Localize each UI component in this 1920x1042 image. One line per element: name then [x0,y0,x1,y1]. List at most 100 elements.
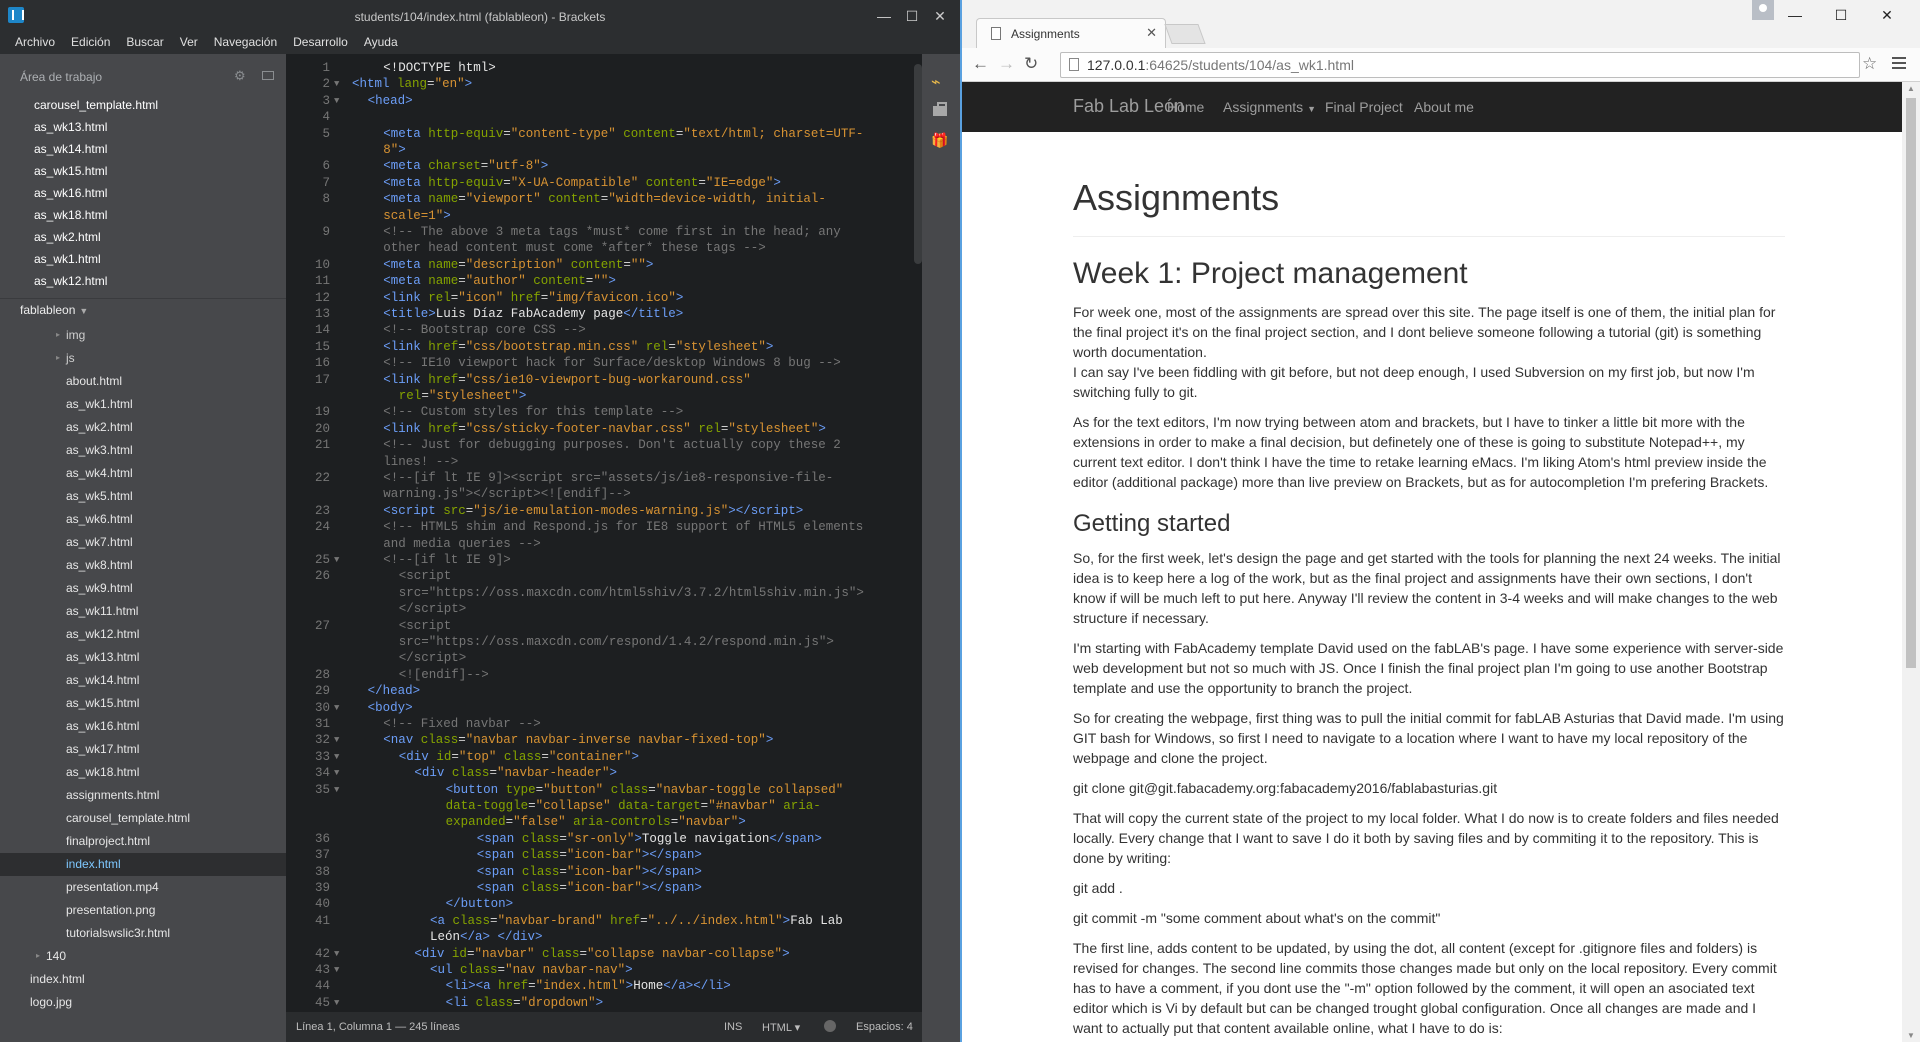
code-line[interactable]: 37 <span class="icon-bar"></span> [286,847,922,863]
maximize-icon[interactable]: ☐ [898,4,926,28]
code-line[interactable]: scale=1"> [286,208,922,224]
close-icon[interactable]: ✕ [926,4,954,28]
user-profile-icon[interactable] [1752,0,1774,20]
working-set-file[interactable]: as_wk13.html [34,116,286,138]
code-line[interactable]: 36 <span class="sr-only">Toggle navigatio… [286,831,922,847]
maximize-icon[interactable]: ☐ [1818,4,1864,26]
tree-file[interactable]: as_wk5.html [0,485,286,508]
page-scrollbar[interactable]: ▲ ▼ [1902,82,1920,1042]
fold-arrow-icon[interactable]: ▼ [334,765,339,781]
code-line[interactable]: 26 <script [286,568,922,584]
split-view-icon[interactable] [262,71,274,80]
code-line[interactable]: 25 ▼ <!--[if lt IE 9]> [286,552,922,568]
linter-status-icon[interactable] [824,1020,836,1032]
code-line[interactable]: 12 <link rel="icon" href="img/favicon.ico… [286,290,922,306]
menu-item[interactable]: Ver [173,32,205,54]
code-line[interactable]: 10 <meta name="description" content=""> [286,257,922,273]
tree-file[interactable]: index.html [0,853,286,876]
working-set-file[interactable]: as_wk14.html [34,138,286,160]
folder-expand-icon[interactable]: ▸ [56,353,60,362]
fold-arrow-icon[interactable]: ▼ [334,552,339,568]
menu-item[interactable]: Archivo [8,32,62,54]
code-line[interactable]: 28 <![endif]--> [286,667,922,683]
address-bar[interactable]: 127.0.0.1:64625/students/104/as_wk1.html [1060,52,1860,78]
gear-icon[interactable]: ⚙ [234,68,246,84]
code-line[interactable]: expanded="false" aria-controls="navbar"> [286,814,922,830]
fold-arrow-icon[interactable]: ▼ [334,749,339,765]
close-icon[interactable]: ✕ [1864,4,1910,26]
code-line[interactable]: 45 ▼ <li class="dropdown"> [286,995,922,1011]
extension-manager-icon[interactable] [931,102,951,118]
code-line[interactable]: 9 <!-- The above 3 meta tags *must* come … [286,224,922,240]
tree-folder[interactable]: ▸ js [0,347,286,370]
menu-item[interactable]: Desarrollo [286,32,355,54]
code-line[interactable]: 2 ▼ <html lang="en"> [286,76,922,92]
code-line[interactable]: 8"> [286,142,922,158]
tree-file[interactable]: index.html [0,968,286,991]
back-arrow-icon[interactable]: ← [972,54,989,74]
code-line[interactable]: 29 </head> [286,683,922,699]
code-line[interactable]: 44 <li><a href="index.html">Home</a></li> [286,978,922,994]
tree-file[interactable]: as_wk3.html [0,439,286,462]
code-line[interactable]: 38 <span class="icon-bar"></span> [286,864,922,880]
working-set-file[interactable]: carousel_template.html [34,94,286,116]
tree-file[interactable]: as_wk6.html [0,508,286,531]
close-tab-icon[interactable]: ✕ [1146,25,1157,41]
code-line[interactable]: 19 <!-- Custom styles for this template -… [286,404,922,420]
code-line[interactable]: 5 <meta http-equiv="content-type" content… [286,126,922,142]
scroll-up-icon[interactable]: ▲ [1907,84,1915,93]
bookmark-star-icon[interactable]: ☆ [1862,54,1877,74]
code-line[interactable]: 15 <link href="css/bootstrap.min.css" rel… [286,339,922,355]
code-line[interactable]: other head content must come *after* the… [286,240,922,256]
working-set-file[interactable]: as_wk16.html [34,182,286,204]
tree-file[interactable]: as_wk18.html [0,761,286,784]
code-line[interactable]: 33 ▼ <div id="top" class="container"> [286,749,922,765]
menu-item[interactable]: Edición [64,32,117,54]
tree-file[interactable]: about.html [0,370,286,393]
menu-item[interactable]: Ayuda [357,32,405,54]
scroll-down-icon[interactable]: ▼ [1907,1031,1915,1040]
code-line[interactable]: 3 ▼ <head> [286,93,922,109]
nav-final-project[interactable]: Final Project [1325,99,1403,115]
minimize-icon[interactable]: — [870,4,898,28]
working-set-file[interactable]: as_wk2.html [34,226,286,248]
working-set-file[interactable]: as_wk1.html [34,248,286,270]
fold-arrow-icon[interactable]: ▼ [334,995,339,1011]
fold-arrow-icon[interactable]: ▼ [334,946,339,962]
nav-assignments[interactable]: Assignments ▼ [1223,99,1316,115]
insert-mode[interactable]: INS [724,1021,742,1033]
tree-file[interactable]: as_wk17.html [0,738,286,761]
code-line[interactable]: 14 <!-- Bootstrap core CSS --> [286,322,922,338]
code-line[interactable]: 34 ▼ <div class="navbar-header"> [286,765,922,781]
tree-file[interactable]: as_wk9.html [0,577,286,600]
code-line[interactable]: 6 <meta charset="utf-8"> [286,158,922,174]
code-line[interactable]: lines! --> [286,454,922,470]
reload-icon[interactable]: ↻ [1024,54,1038,74]
code-line[interactable]: 20 <link href="css/sticky-footer-navbar.c… [286,421,922,437]
fold-arrow-icon[interactable]: ▼ [334,700,339,716]
code-line[interactable]: 22 <!--[if lt IE 9]><script src="assets/j… [286,470,922,486]
page-scroll-thumb[interactable] [1906,98,1916,668]
code-line[interactable]: 11 <meta name="author" content=""> [286,273,922,289]
fold-arrow-icon[interactable]: ▼ [334,76,339,92]
minimize-icon[interactable]: — [1772,4,1818,26]
code-line[interactable]: 27 <script [286,618,922,634]
tree-file[interactable]: tutorialswslic3r.html [0,922,286,945]
code-line[interactable]: 13 <title>Luis Díaz FabAcademy page</titl… [286,306,922,322]
code-line[interactable]: 24 <!-- HTML5 shim and Respond.js for IE8… [286,519,922,535]
code-line[interactable]: 42 ▼ <div id="navbar" class="collapse navb… [286,946,922,962]
nav-home[interactable]: Home [1167,99,1204,115]
tree-file[interactable]: as_wk7.html [0,531,286,554]
project-title[interactable]: fablableon ▼ [0,298,286,320]
code-line[interactable]: </script> [286,601,922,617]
working-set-file[interactable]: as_wk15.html [34,160,286,182]
code-line[interactable]: 8 <meta name="viewport" content="width=de… [286,191,922,207]
code-line[interactable]: 35 ▼ <button type="button" class="navbar-t… [286,782,922,798]
chrome-menu-icon[interactable] [1892,56,1906,70]
forward-arrow-icon[interactable]: → [998,54,1015,74]
language-selector[interactable]: HTML ▾ [762,1021,800,1034]
folder-expand-icon[interactable]: ▸ [36,951,40,960]
code-line[interactable]: 4 [286,109,922,125]
tree-file[interactable]: presentation.mp4 [0,876,286,899]
tree-file[interactable]: finalproject.html [0,830,286,853]
